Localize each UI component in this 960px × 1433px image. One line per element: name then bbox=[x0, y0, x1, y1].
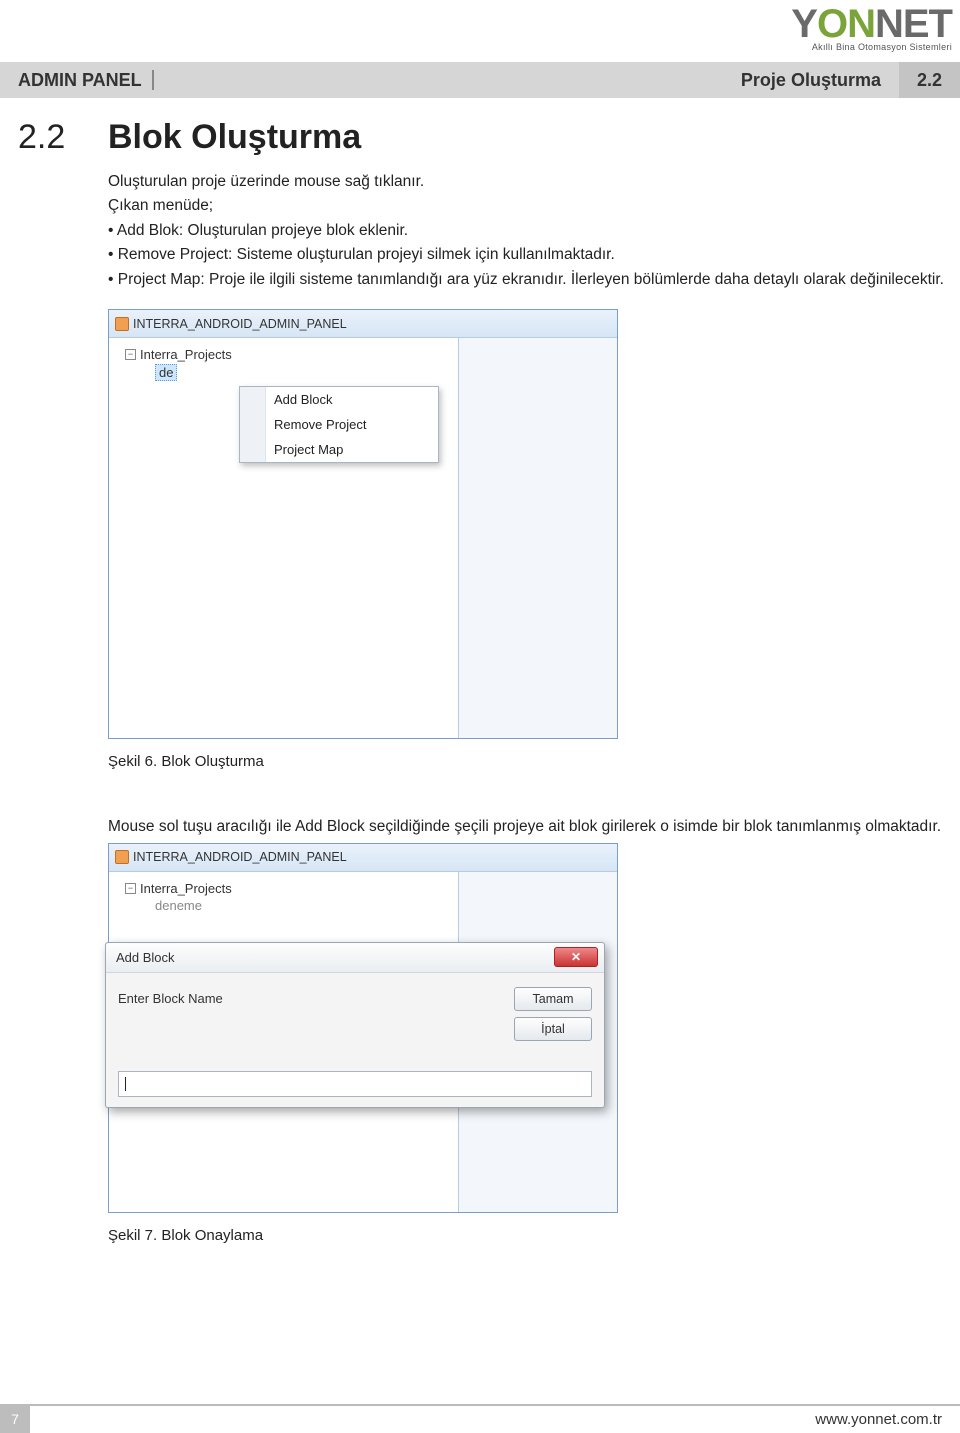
page-content: 2.2 Blok Oluşturma Oluşturulan proje üze… bbox=[18, 118, 952, 1244]
context-menu: Add Block Remove Project Project Map bbox=[239, 386, 439, 463]
window-titlebar: INTERRA_ANDROID_ADMIN_PANEL bbox=[109, 310, 617, 338]
footer-url: www.yonnet.com.tr bbox=[815, 1411, 960, 1428]
figure-caption-2: Şekil 7. Blok Onaylama bbox=[108, 1227, 952, 1244]
app-icon bbox=[115, 317, 129, 331]
tree-collapse-icon[interactable]: − bbox=[125, 883, 136, 894]
add-block-dialog: Add Block ✕ Enter Block Name Tamam İptal bbox=[105, 942, 605, 1108]
para-line: • Project Map: Proje ile ilgili sisteme … bbox=[108, 269, 952, 291]
section-title: Blok Oluşturma bbox=[108, 118, 361, 157]
tree-root-label: Interra_Projects bbox=[140, 881, 232, 896]
page-footer: 7 www.yonnet.com.tr bbox=[0, 1404, 960, 1432]
page-number: 7 bbox=[0, 1405, 30, 1433]
app-icon bbox=[115, 850, 129, 864]
dialog-body: Enter Block Name Tamam İptal bbox=[106, 973, 604, 1107]
dialog-title-text: Add Block bbox=[116, 950, 175, 965]
header-section-number: 2.2 bbox=[899, 62, 960, 98]
tree-child-label: deneme bbox=[155, 898, 202, 913]
logo-letter: O bbox=[817, 2, 847, 46]
brand-logo: YONNET Akıllı Bina Otomasyon Sistemleri bbox=[791, 4, 952, 52]
window-title: INTERRA_ANDROID_ADMIN_PANEL bbox=[133, 850, 347, 864]
window-titlebar: INTERRA_ANDROID_ADMIN_PANEL bbox=[109, 844, 617, 872]
logo-letter: ET bbox=[903, 2, 952, 46]
intro-paragraph: Oluşturulan proje üzerinde mouse sağ tık… bbox=[108, 171, 952, 291]
empty-pane bbox=[459, 338, 617, 738]
page-header-bar: ADMIN PANEL Proje Oluşturma 2.2 bbox=[0, 62, 960, 98]
dialog-titlebar: Add Block ✕ bbox=[106, 943, 604, 973]
menu-item-add-block[interactable]: Add Block bbox=[240, 387, 438, 412]
tree-root-row[interactable]: − Interra_Projects bbox=[115, 880, 452, 897]
section-heading-row: 2.2 Blok Oluşturma bbox=[18, 118, 952, 157]
tree-selected-node: de bbox=[155, 364, 177, 381]
para-line: Çıkan menüde; bbox=[108, 195, 952, 217]
screenshot-block-2: INTERRA_ANDROID_ADMIN_PANEL − Interra_Pr… bbox=[108, 843, 618, 1213]
brand-wordmark: YONNET bbox=[791, 4, 952, 44]
header-right: Proje Oluşturma 2.2 bbox=[723, 62, 960, 98]
para-line: • Remove Project: Sisteme oluşturulan pr… bbox=[108, 244, 952, 266]
menu-item-project-map[interactable]: Project Map bbox=[240, 437, 438, 462]
tree-pane[interactable]: − Interra_Projects de Add Block Remove P… bbox=[109, 338, 459, 738]
logo-letter: Y bbox=[791, 2, 817, 46]
section-number: 2.2 bbox=[18, 118, 78, 157]
paragraph-2: Mouse sol tuşu aracılığı ile Add Block s… bbox=[108, 816, 952, 838]
tree-child-row[interactable]: deneme bbox=[115, 897, 452, 914]
brand-tagline: Akıllı Bina Otomasyon Sistemleri bbox=[791, 42, 952, 52]
para-line: Mouse sol tuşu aracılığı ile Add Block s… bbox=[108, 816, 952, 838]
block-name-input[interactable] bbox=[118, 1071, 592, 1097]
screenshot-block-1: INTERRA_ANDROID_ADMIN_PANEL − Interra_Pr… bbox=[108, 309, 618, 739]
tree-child-row[interactable]: de bbox=[115, 363, 452, 382]
menu-item-remove-project[interactable]: Remove Project bbox=[240, 412, 438, 437]
window-title: INTERRA_ANDROID_ADMIN_PANEL bbox=[133, 317, 347, 331]
cancel-button[interactable]: İptal bbox=[514, 1017, 592, 1041]
tree-root-row[interactable]: − Interra_Projects bbox=[115, 346, 452, 363]
dialog-close-button[interactable]: ✕ bbox=[554, 947, 598, 967]
logo-letter: N bbox=[847, 2, 875, 46]
text-cursor bbox=[125, 1077, 126, 1091]
tree-pane[interactable]: − Interra_Projects deneme Add Block ✕ En… bbox=[109, 872, 459, 1212]
para-line: Oluşturulan proje üzerinde mouse sağ tık… bbox=[108, 171, 952, 193]
ok-button[interactable]: Tamam bbox=[514, 987, 592, 1011]
header-right-title: Proje Oluşturma bbox=[723, 62, 899, 98]
tree-collapse-icon[interactable]: − bbox=[125, 349, 136, 360]
logo-letter: N bbox=[875, 2, 903, 46]
tree-root-label: Interra_Projects bbox=[140, 347, 232, 362]
header-left-label: ADMIN PANEL bbox=[18, 70, 142, 91]
para-line: • Add Blok: Oluşturulan projeye blok ekl… bbox=[108, 220, 952, 242]
dialog-label: Enter Block Name bbox=[118, 987, 223, 1006]
figure-caption-1: Şekil 6. Blok Oluşturma bbox=[108, 753, 952, 770]
header-separator bbox=[152, 70, 154, 90]
header-left: ADMIN PANEL bbox=[0, 70, 154, 91]
